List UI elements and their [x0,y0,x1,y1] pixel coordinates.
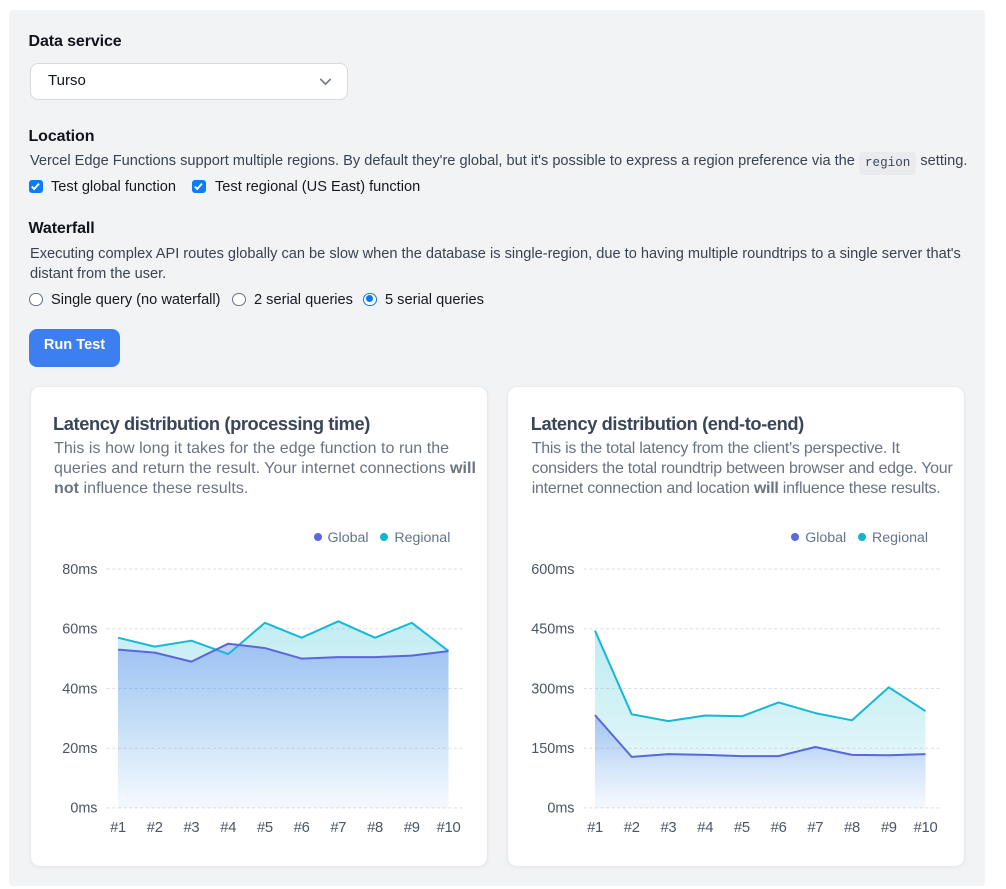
svg-text:#8: #8 [367,820,383,836]
svg-text:150ms: 150ms [531,741,574,757]
svg-text:#3: #3 [183,820,199,836]
svg-text:#6: #6 [771,820,787,836]
svg-text:#9: #9 [881,820,897,836]
svg-text:0ms: 0ms [70,800,97,816]
svg-text:450ms: 450ms [531,621,574,637]
svg-text:#6: #6 [293,820,309,836]
svg-text:#5: #5 [734,820,750,836]
svg-text:#7: #7 [808,820,824,836]
svg-text:#10: #10 [914,820,938,836]
svg-text:#1: #1 [110,820,126,836]
svg-text:#7: #7 [330,820,346,836]
svg-text:#10: #10 [436,820,460,836]
svg-text:60ms: 60ms [62,621,97,637]
svg-text:#2: #2 [146,820,162,836]
svg-text:0ms: 0ms [548,800,575,816]
svg-text:#8: #8 [844,820,860,836]
svg-text:#1: #1 [587,820,603,836]
svg-text:#3: #3 [661,820,677,836]
svg-text:20ms: 20ms [62,741,97,757]
svg-text:#4: #4 [697,820,713,836]
svg-text:#5: #5 [256,820,272,836]
svg-text:80ms: 80ms [62,561,97,577]
svg-text:#9: #9 [403,820,419,836]
svg-text:#4: #4 [220,820,236,836]
svg-text:40ms: 40ms [62,681,97,697]
svg-text:#2: #2 [624,820,640,836]
svg-text:600ms: 600ms [531,561,574,577]
svg-text:300ms: 300ms [531,681,574,697]
